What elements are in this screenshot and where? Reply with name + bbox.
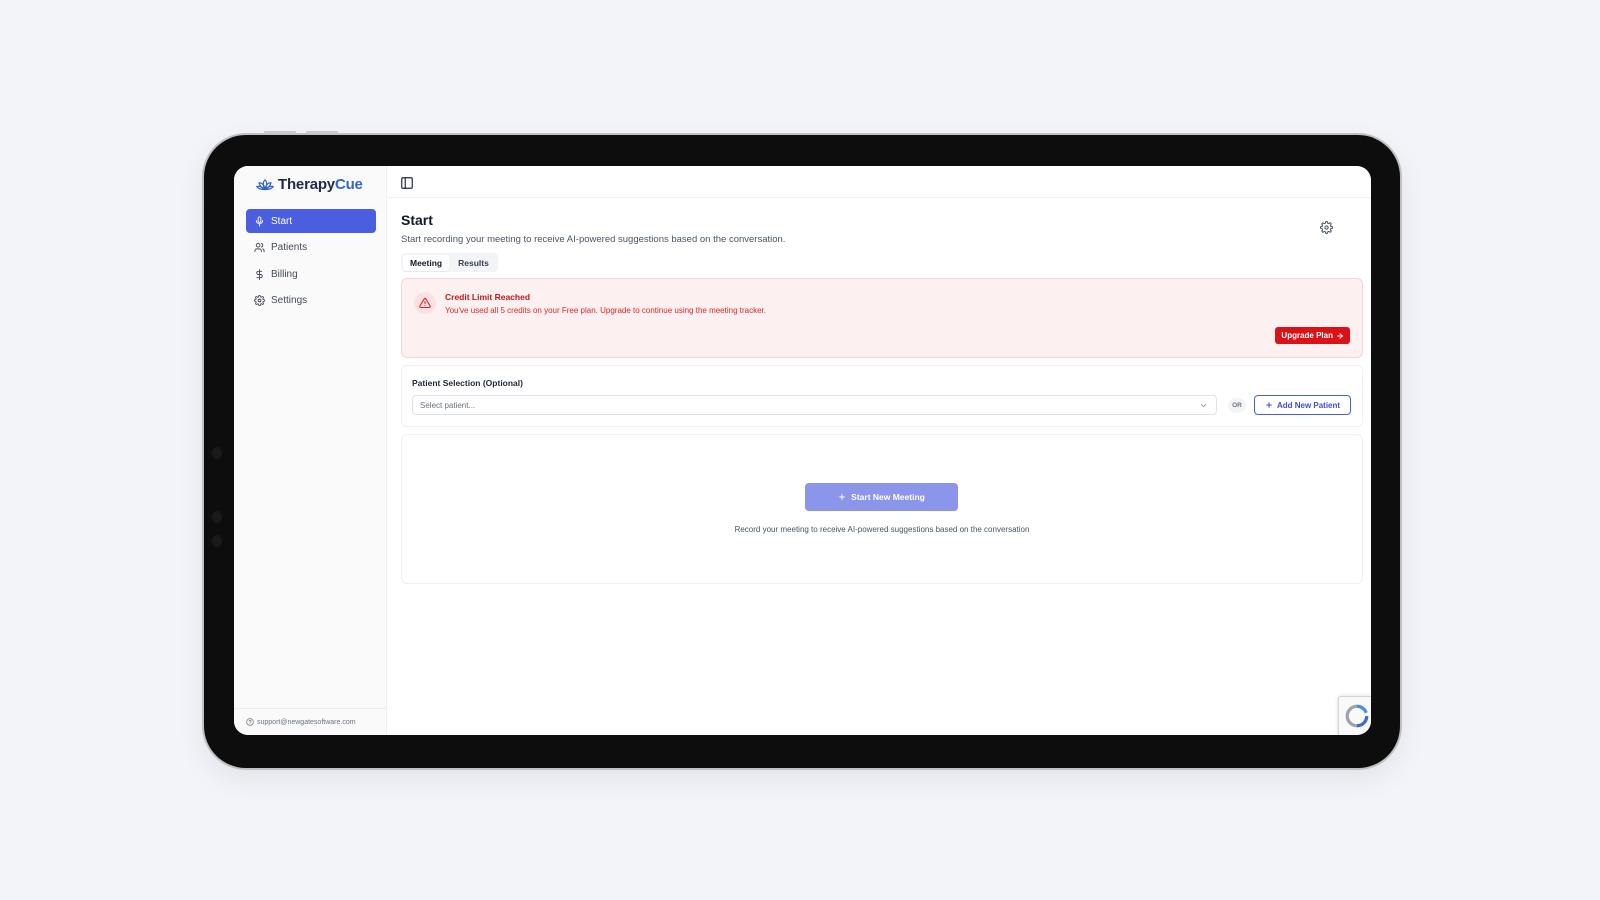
alert-message: You've used all 5 credits on your Free p… <box>445 306 766 315</box>
patient-select-placeholder: Select patient... <box>420 400 476 410</box>
gear-icon <box>254 295 265 306</box>
tab-list: Meeting Results <box>401 253 498 272</box>
sidebar-nav: Start Patients Billing Settings <box>246 209 376 315</box>
microphone-icon <box>255 215 264 227</box>
alert-title: Credit Limit Reached <box>445 292 531 302</box>
or-divider-badge: OR <box>1228 398 1246 413</box>
add-new-patient-label: Add New Patient <box>1276 400 1341 410</box>
warning-triangle-icon <box>419 297 431 309</box>
upgrade-plan-button[interactable]: Upgrade Plan <box>1275 327 1350 344</box>
sidebar-item-billing[interactable]: Billing <box>246 262 376 286</box>
page-title: Start <box>401 212 433 228</box>
users-icon <box>254 242 265 253</box>
upgrade-plan-label: Upgrade Plan <box>1281 331 1333 340</box>
sidebar-item-label: Settings <box>271 295 308 306</box>
tab-results[interactable]: Results <box>451 255 496 271</box>
sidebar-item-label: Start <box>271 215 293 227</box>
app-name-part1: Therapy <box>278 176 335 193</box>
start-new-meeting-label: Start New Meeting <box>851 492 925 502</box>
support-link[interactable]: support@newgatesoftware.com <box>234 708 386 735</box>
tablet-sensor <box>212 535 222 547</box>
tablet-volume-button <box>306 131 338 134</box>
patient-select[interactable]: Select patient... <box>412 395 1217 415</box>
sidebar-item-label: Billing <box>271 268 298 280</box>
main-content: Start Start recording your meeting to re… <box>401 212 1363 584</box>
sidebar-toggle-icon[interactable] <box>400 176 414 190</box>
credit-limit-alert: Credit Limit Reached You've used all 5 c… <box>401 278 1363 358</box>
patient-selection-card: Patient Selection (Optional) Select pati… <box>401 365 1363 427</box>
page-subtitle: Start recording your meeting to receive … <box>401 234 786 245</box>
sidebar-item-label: Patients <box>271 242 308 253</box>
plus-icon <box>1266 402 1272 408</box>
app-name: TherapyCue <box>278 176 363 193</box>
arrow-right-icon <box>1337 332 1343 339</box>
lotus-icon <box>256 178 274 190</box>
support-email: support@newgatesoftware.com <box>257 718 356 726</box>
chevron-down-icon <box>1200 403 1207 408</box>
add-new-patient-button[interactable]: Add New Patient <box>1254 395 1351 415</box>
patient-selection-label: Patient Selection (Optional) <box>412 378 523 388</box>
sidebar-item-settings[interactable]: Settings <box>246 289 376 313</box>
meeting-card: Start New Meeting Record your meeting to… <box>401 434 1363 584</box>
app-name-part2: Cue <box>334 176 363 193</box>
tablet-frame: TherapyCue Start Patients Billing Settin… <box>204 131 1400 768</box>
tablet-sensor <box>212 511 222 523</box>
recaptcha-icon <box>1345 704 1369 728</box>
tablet-volume-button <box>264 131 296 134</box>
app-screen: TherapyCue Start Patients Billing Settin… <box>234 166 1371 735</box>
plus-icon <box>839 494 845 500</box>
meeting-hint: Record your meeting to receive AI-powere… <box>734 525 1030 534</box>
app-logo[interactable]: TherapyCue <box>256 176 363 193</box>
dollar-icon <box>256 268 263 280</box>
sidebar: TherapyCue Start Patients Billing Settin… <box>234 166 387 735</box>
recaptcha-badge[interactable] <box>1338 696 1371 735</box>
sidebar-item-patients[interactable]: Patients <box>246 236 376 260</box>
sidebar-item-start[interactable]: Start <box>246 209 376 233</box>
alert-icon-wrapper <box>414 292 436 314</box>
tab-meeting[interactable]: Meeting <box>403 254 450 271</box>
tablet-sensor <box>212 447 222 459</box>
top-bar <box>387 166 1371 198</box>
help-circle-icon <box>246 718 254 726</box>
start-new-meeting-button[interactable]: Start New Meeting <box>805 483 958 511</box>
